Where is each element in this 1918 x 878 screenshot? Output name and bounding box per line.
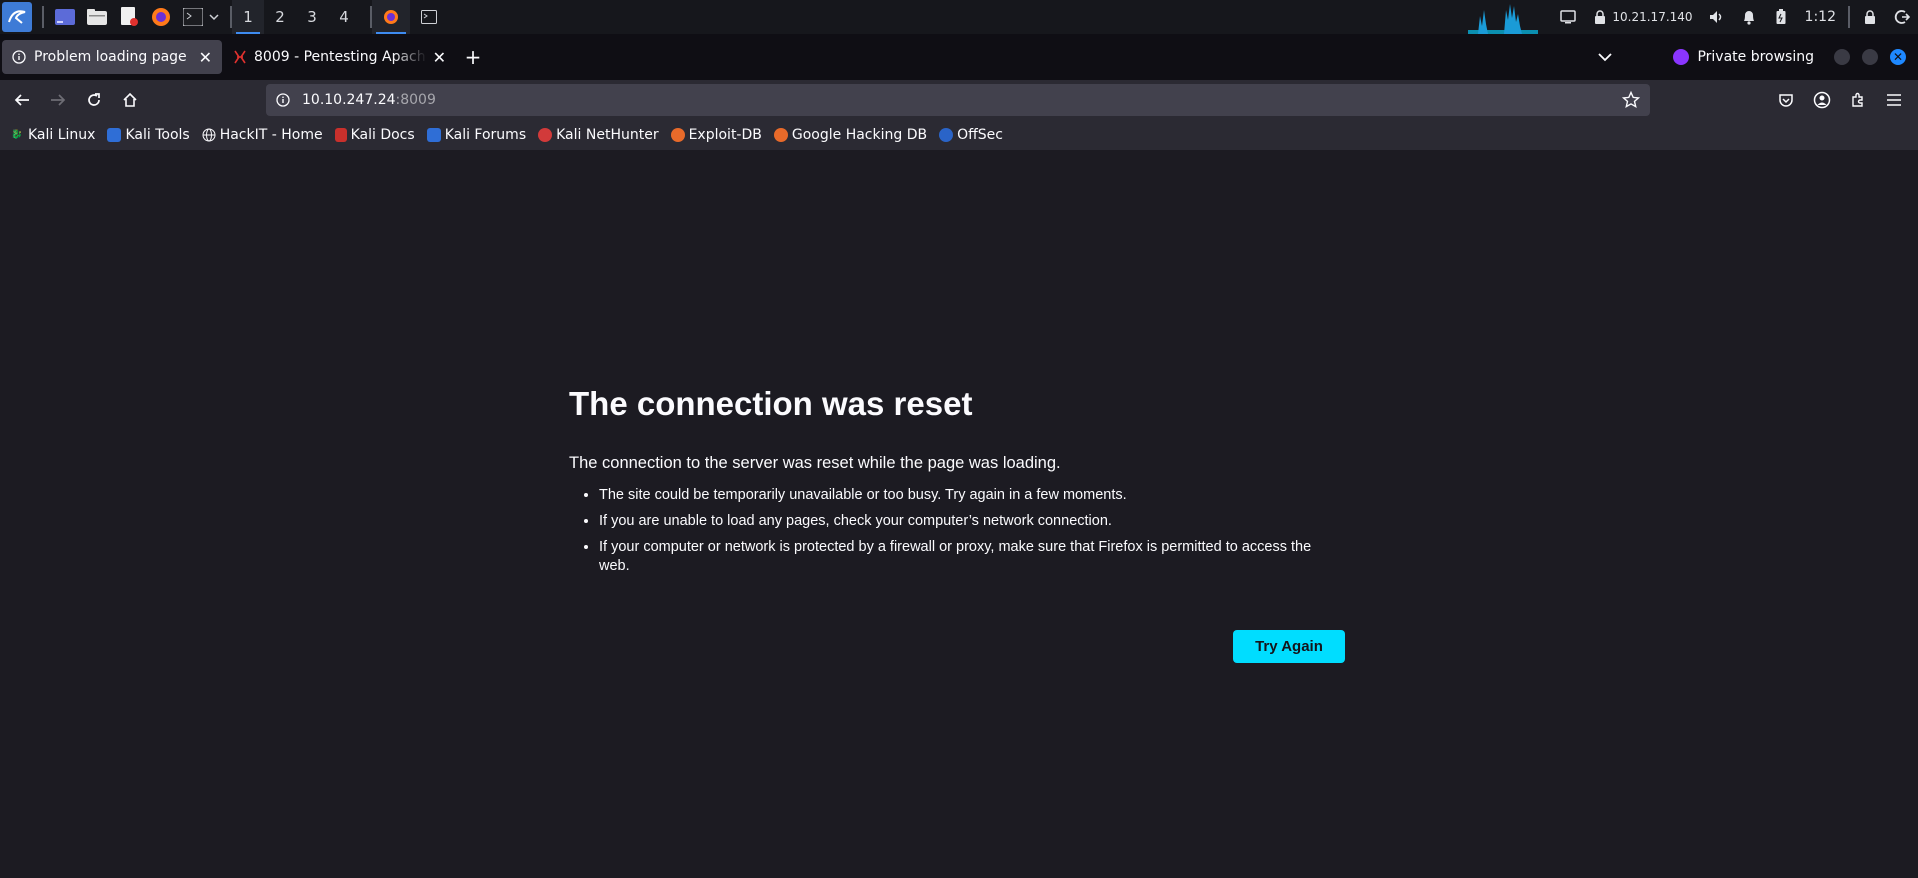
page-content: The connection was reset The connection … [0, 150, 1918, 878]
url-bar[interactable]: 10.10.247.24:8009 [266, 84, 1650, 116]
workspace-1[interactable]: 1 [232, 0, 264, 34]
bookmark-label: Kali Docs [350, 127, 415, 143]
try-again-button[interactable]: Try Again [1233, 630, 1345, 663]
vpn-lock-icon[interactable] [1592, 9, 1608, 25]
workspace-4[interactable]: 4 [328, 0, 360, 34]
hamburger-menu-icon[interactable] [1876, 84, 1912, 116]
bookmark-label: HackIT - Home [219, 127, 323, 143]
account-icon[interactable] [1804, 84, 1840, 116]
bookmark-label: Kali Linux [28, 127, 96, 143]
panel-separator [1848, 6, 1850, 28]
suggestion-item: If you are unable to load any pages, che… [599, 512, 1345, 531]
tabs-right-area: Private browsing ✕ [1587, 34, 1918, 80]
bookmark-kali-docs[interactable]: Kali Docs [334, 127, 415, 143]
system-panel: 1 2 3 4 10.21.17.140 1:12 [0, 0, 1918, 34]
bookmark-offsec[interactable]: OffSec [939, 127, 1003, 143]
ghdb-icon [773, 128, 788, 142]
minimize-window-button[interactable] [1834, 49, 1850, 65]
show-desktop-icon[interactable] [54, 6, 76, 28]
close-window-button[interactable]: ✕ [1890, 49, 1906, 65]
private-browsing-label: Private browsing [1697, 49, 1814, 65]
offsec-icon [939, 128, 954, 142]
url-port: :8009 [395, 92, 436, 108]
bookmarks-toolbar: 🐉 Kali Linux Kali Tools HackIT - Home Ka… [0, 120, 1918, 150]
chevron-down-icon[interactable] [208, 6, 220, 28]
tab-problem-loading[interactable]: Problem loading page ✕ [2, 40, 222, 74]
close-tab-icon[interactable]: ✕ [433, 48, 446, 67]
private-mask-icon [1673, 49, 1690, 65]
firefox-icon[interactable] [150, 6, 172, 28]
close-tab-icon[interactable]: ✕ [199, 48, 212, 67]
extensions-icon[interactable] [1840, 84, 1876, 116]
terminal-icon[interactable] [182, 6, 204, 28]
battery-icon[interactable] [1773, 9, 1789, 25]
list-all-tabs-icon[interactable] [1587, 41, 1623, 73]
file-manager-icon[interactable] [86, 6, 108, 28]
display-icon[interactable] [1560, 9, 1577, 25]
suggestion-item: The site could be temporarily unavailabl… [599, 486, 1345, 505]
tab-label: 8009 - Pentesting Apache [254, 49, 427, 65]
logout-icon[interactable] [1894, 9, 1910, 25]
workspace-3[interactable]: 3 [296, 0, 328, 34]
text-editor-icon[interactable] [118, 6, 140, 28]
error-suggestions: The site could be temporarily unavailabl… [569, 486, 1345, 576]
bookmark-label: Google Hacking DB [791, 127, 928, 143]
error-title: The connection was reset [569, 385, 973, 422]
bookmark-kali-forums[interactable]: Kali Forums [426, 127, 527, 143]
maximize-window-button[interactable] [1862, 49, 1878, 65]
taskbar-firefox-window[interactable] [372, 0, 410, 34]
notifications-icon[interactable] [1741, 9, 1757, 25]
nethunter-icon [538, 128, 553, 142]
bookmark-google-hacking-db[interactable]: Google Hacking DB [773, 127, 928, 143]
info-icon [12, 50, 26, 64]
reload-button[interactable] [76, 84, 112, 116]
url-host: 10.10.247.24 [302, 92, 396, 108]
taskbar-terminal-window[interactable] [410, 0, 448, 34]
lock-screen-icon[interactable] [1862, 9, 1878, 25]
bookmark-kali-nethunter[interactable]: Kali NetHunter [538, 127, 659, 143]
kali-dragon-icon: 🐉 [11, 130, 23, 140]
tab-strip: Problem loading page ✕ 8009 - Pentesting… [0, 34, 1918, 80]
error-container: The connection was reset The connection … [569, 385, 1345, 583]
bookmark-kali-tools[interactable]: Kali Tools [107, 127, 190, 143]
bookmark-label: Kali NetHunter [556, 127, 659, 143]
tab-pentesting-apache[interactable]: 8009 - Pentesting Apache ✕ [224, 40, 456, 74]
home-button[interactable] [112, 84, 148, 116]
bookmark-star-icon[interactable] [1622, 91, 1640, 109]
kali-forums-icon [426, 128, 441, 142]
error-description: The connection to the server was reset w… [569, 454, 1061, 472]
kali-docs-icon [334, 128, 347, 142]
globe-icon [202, 128, 216, 142]
volume-icon[interactable] [1709, 9, 1725, 25]
kali-tools-icon [107, 128, 122, 142]
bookmark-label: Kali Forums [444, 127, 527, 143]
suggestion-item: If your computer or network is protected… [599, 538, 1345, 576]
back-button[interactable] [4, 84, 40, 116]
site-info-icon[interactable] [276, 93, 290, 107]
workspace-2[interactable]: 2 [264, 0, 296, 34]
panel-separator [42, 6, 44, 28]
bookmark-exploit-db[interactable]: Exploit-DB [670, 127, 762, 143]
bookmark-hackit-home[interactable]: HackIT - Home [202, 127, 323, 143]
bookmark-label: Kali Tools [125, 127, 190, 143]
bookmark-kali-linux[interactable]: 🐉 Kali Linux [10, 127, 95, 143]
tab-label: Problem loading page [34, 49, 187, 65]
bookmark-label: Exploit-DB [688, 127, 762, 143]
private-browsing-indicator: Private browsing [1673, 49, 1814, 65]
forward-button[interactable] [40, 84, 76, 116]
ip-address: 10.21.17.140 [1612, 10, 1693, 24]
bookmark-label: OffSec [957, 127, 1003, 143]
toolbar-right [1768, 80, 1912, 120]
hacktricks-favicon-icon [234, 50, 246, 64]
network-graph-icon [1468, 4, 1539, 34]
panel-tray: 10.21.17.140 1:12 [1468, 0, 1918, 34]
navigation-toolbar: 10.10.247.24:8009 [0, 80, 1918, 120]
clock[interactable]: 1:12 [1805, 9, 1836, 25]
pocket-icon[interactable] [1768, 84, 1804, 116]
kali-menu-icon[interactable] [2, 2, 32, 32]
new-tab-button[interactable]: + [458, 42, 488, 72]
exploitdb-icon [670, 128, 685, 142]
